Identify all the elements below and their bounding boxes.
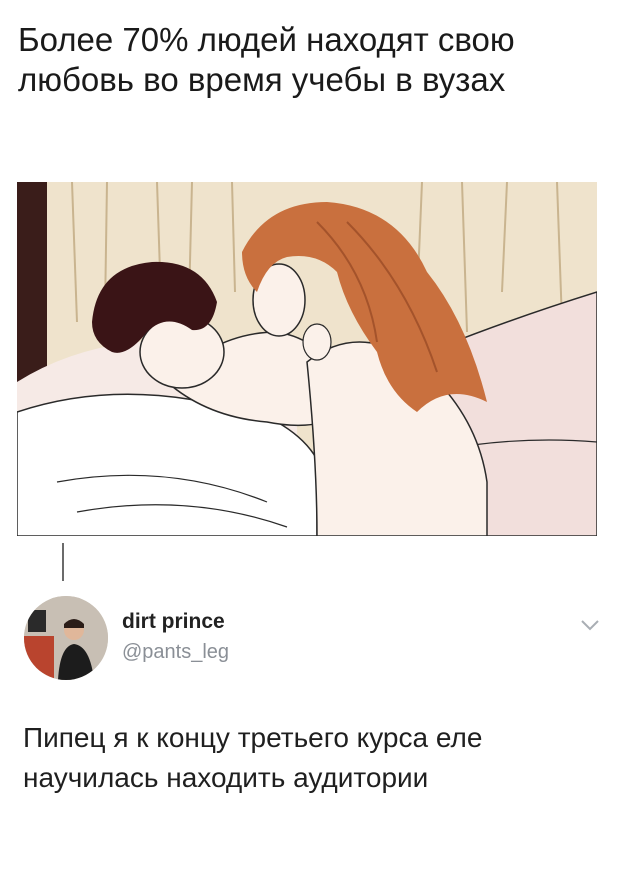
reply-text: Пипец я к концу третьего курса еле научи… xyxy=(23,722,483,793)
reply-header: dirt prince @pants_leg xyxy=(24,596,604,686)
user-handle[interactable]: @pants_leg xyxy=(122,641,229,664)
post-illustration xyxy=(17,182,597,536)
thread-line xyxy=(62,543,64,581)
chevron-down-icon[interactable] xyxy=(580,618,600,632)
post-text: Более 70% людей находят свою любовь во в… xyxy=(18,21,515,98)
avatar[interactable] xyxy=(24,596,108,680)
display-name[interactable]: dirt prince xyxy=(122,610,225,634)
